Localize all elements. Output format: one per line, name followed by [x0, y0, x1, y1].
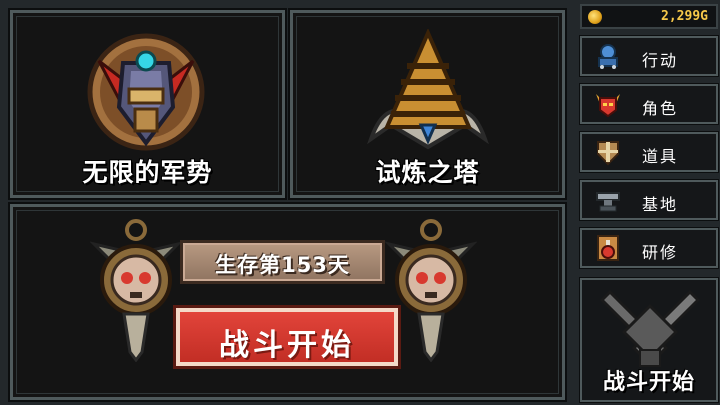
crossed-swords-icon — [599, 289, 701, 367]
survival-day-banner: 生存第153天 — [180, 240, 385, 284]
trial-tower-title: 试炼之塔 — [375, 158, 480, 187]
menu-label-action: 行动 — [642, 51, 679, 70]
side-start-battle-button[interactable]: 战斗开始 — [579, 277, 719, 403]
menu-label-research: 研修 — [642, 243, 679, 262]
anvil-icon — [596, 192, 620, 212]
infinite-army-panel[interactable]: 无限的军势 — [8, 8, 287, 200]
menu-button-items[interactable]: 道具 — [579, 131, 719, 173]
gold-amount: 2,299G — [661, 9, 708, 24]
skull-ornament-right-icon — [385, 219, 477, 362]
menu-label-items: 道具 — [642, 147, 679, 166]
menu-button-action[interactable]: 行动 — [579, 35, 719, 77]
shield-icon — [597, 141, 619, 166]
tower-emblem-icon — [367, 29, 489, 150]
menu-label-base: 基地 — [642, 195, 679, 214]
menu-button-base[interactable]: 基地 — [579, 179, 719, 221]
trial-tower-panel[interactable]: 试炼之塔 — [288, 8, 567, 200]
survival-day-text: 生存第153天 — [215, 253, 350, 277]
gold-coin-icon — [588, 10, 602, 24]
potion-icon — [597, 235, 619, 261]
start-battle-label: 战斗开始 — [219, 328, 355, 363]
menu-label-character: 角色 — [642, 99, 679, 118]
action-icon — [598, 44, 618, 69]
demon-helmet-icon — [596, 94, 620, 118]
menu-button-character[interactable]: 角色 — [579, 83, 719, 125]
menu-button-research[interactable]: 研修 — [579, 227, 719, 269]
horned-mask-emblem-icon — [87, 33, 205, 151]
start-battle-button[interactable]: 战斗开始 — [173, 305, 401, 369]
skull-ornament-left-icon — [90, 219, 182, 362]
side-start-battle-label: 战斗开始 — [602, 370, 695, 395]
gold-counter: 2,299G — [580, 4, 718, 29]
infinite-army-title: 无限的军势 — [82, 158, 213, 187]
